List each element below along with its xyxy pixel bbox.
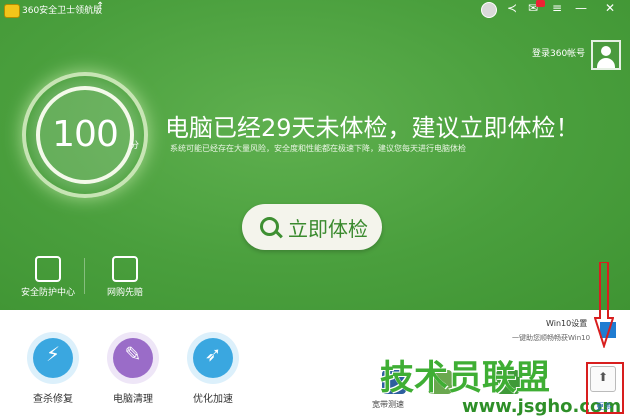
menu-icon[interactable]: ≡ [552, 1, 562, 15]
start-check-label: 立即体检 [288, 217, 368, 241]
score-unit: 分 [130, 141, 140, 151]
tool-cleanup[interactable]: ✎ 电脑清理 [104, 332, 162, 405]
feature-label: 网购先赔 [106, 288, 143, 298]
tool-virus-repair[interactable]: ⚡ 查杀修复 [24, 332, 82, 405]
headline: 电脑已经29天未体检，建议立即体检！ [165, 114, 580, 142]
cart-icon [112, 256, 138, 282]
share-icon[interactable]: ≺ [507, 1, 517, 15]
avatar-head [601, 46, 611, 56]
minimize-icon[interactable]: — [575, 1, 587, 15]
feature-shopping-guarantee[interactable]: 网购先赔 [100, 256, 150, 298]
app-logo-icon [4, 4, 20, 18]
win10-subtitle: 一键助您顺畅畅获Win10 [512, 334, 591, 342]
avatar[interactable] [591, 40, 621, 70]
lightning-icon: ⚡ [45, 342, 61, 366]
tool-label: 查杀修复 [33, 394, 73, 405]
tool-circle: ⚡ [27, 332, 79, 384]
tool-speedup[interactable]: ➶ 优化加速 [184, 332, 242, 405]
score-ring: 100 分 [22, 72, 148, 198]
feature-security-center[interactable]: 安全防护中心 [16, 256, 80, 298]
broom-icon: ✎ [124, 342, 142, 366]
main-panel: 360安全卫士领航版 ↑ ≺ ✉ ≡ — ✕ 登录360帐号 100 分 电脑已… [0, 0, 630, 310]
title-bar: 360安全卫士领航版 ↑ ≺ ✉ ≡ — ✕ [0, 0, 630, 20]
search-icon [260, 217, 279, 236]
window-title: 360安全卫士领航版 [22, 6, 103, 16]
tool-circle: ✎ [107, 332, 159, 384]
score-value: 100 [52, 114, 119, 155]
rocket-icon: ➶ [204, 342, 222, 366]
feature-divider [84, 258, 85, 294]
score-inner-ring: 100 [36, 86, 134, 184]
tool-label: 优化加速 [193, 394, 233, 405]
feature-label: 安全防护中心 [20, 288, 75, 298]
win10-title[interactable]: Win10设置 [546, 318, 587, 329]
login-link[interactable]: 登录360帐号 [532, 46, 585, 59]
subline: 系统可能已经存在大量风险，安全度和性能都在极速下降，建议您每天进行电脑体检 [170, 144, 466, 153]
tool-circle: ➶ [187, 332, 239, 384]
skin-icon[interactable] [481, 2, 497, 18]
tool-label: 电脑清理 [113, 394, 153, 405]
upgrade-arrow-icon[interactable]: ↑ [96, 1, 104, 12]
notification-badge [536, 0, 545, 7]
watermark-text: 技术员联盟 [380, 358, 550, 398]
close-icon[interactable]: ✕ [605, 1, 615, 15]
avatar-body [597, 58, 615, 68]
highlight-rectangle [586, 362, 624, 414]
start-check-button[interactable]: 立即体检 [242, 204, 382, 250]
shield-icon [35, 256, 61, 282]
highlight-arrow-icon [594, 262, 614, 348]
small-tool-label: 宽带测速 [372, 400, 404, 409]
